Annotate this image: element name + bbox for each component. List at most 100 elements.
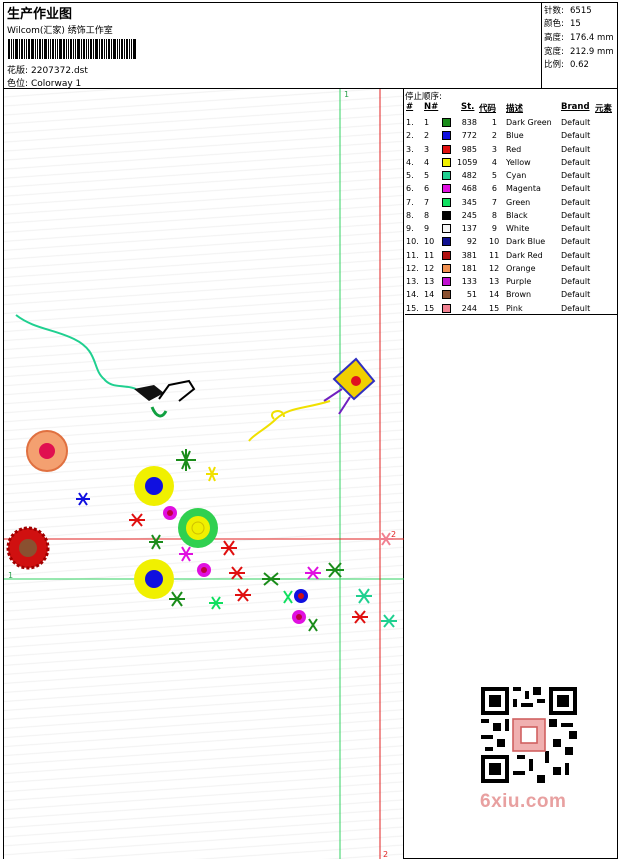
- row-index: 8.: [406, 210, 414, 220]
- yellow-flower-top: [134, 466, 174, 506]
- header-info: 生产作业图 Wilcom(汇家) 绣饰工作室 花版: 2207372.dst 色位…: [4, 3, 542, 89]
- page-title: 生产作业图: [7, 7, 73, 22]
- bird-motif: [134, 379, 196, 418]
- green-guide-label-left: 1: [8, 571, 13, 580]
- row-brand: Default: [561, 210, 591, 220]
- stop-sequence-row: 15. 15 244 15 Pink Default: [405, 302, 618, 315]
- row-index: 13.: [406, 277, 419, 286]
- row-brand: Default: [561, 250, 591, 260]
- row-index: 6.: [406, 184, 414, 194]
- stop-sequence-title: 停止顺序:: [405, 92, 442, 102]
- row-stitches: 1059: [457, 157, 478, 167]
- row-brand: Default: [561, 118, 591, 127]
- row-swatch: [442, 237, 451, 247]
- stop-sequence-row: 13. 13 133 13 Purple Default: [405, 275, 618, 288]
- row-code: 8: [491, 210, 497, 220]
- yellow-flower-bottom: [134, 559, 174, 599]
- green-vine: [15, 314, 137, 390]
- row-index: 9.: [406, 224, 414, 233]
- row-brand: Default: [561, 224, 591, 233]
- qr-watermark: [471, 683, 589, 793]
- embroidery-preview: 1 1 2 2: [4, 89, 404, 859]
- orange-flower: [26, 430, 68, 472]
- row-code: 9: [491, 224, 497, 233]
- stop-sequence-row: 3. 3 985 3 Red Default: [405, 143, 618, 156]
- row-needle: 9: [424, 224, 430, 233]
- row-description: Green: [506, 197, 531, 207]
- row-stitches: 381: [461, 250, 477, 260]
- row-brand: Default: [561, 144, 591, 154]
- row-code: 7: [491, 197, 497, 207]
- row-description: Black: [506, 210, 528, 220]
- row-index: 14.: [406, 290, 419, 300]
- row-brand: Default: [561, 131, 591, 141]
- row-needle: 2: [424, 131, 430, 141]
- row-description: Pink: [506, 303, 523, 313]
- design-line: 花版: 2207372.dst: [7, 63, 88, 76]
- row-index: 3.: [406, 144, 414, 154]
- row-stitches: 482: [461, 171, 477, 180]
- row-needle: 4: [424, 157, 430, 167]
- design-value: 2207372.dst: [31, 66, 88, 76]
- row-brand: Default: [561, 290, 591, 300]
- row-swatch: [442, 144, 451, 154]
- yellow-flower-middle: [178, 508, 218, 548]
- row-swatch: [442, 197, 451, 207]
- row-code: 5: [491, 171, 497, 180]
- row-brand: Default: [561, 184, 591, 194]
- row-swatch: [442, 224, 451, 233]
- stop-sequence-row: 9. 9 137 9 White Default: [405, 222, 618, 235]
- row-code: 1: [491, 118, 497, 127]
- stop-sequence-row: 6. 6 468 6 Magenta Default: [405, 182, 618, 195]
- row-brand: Default: [561, 263, 591, 273]
- row-description: Dark Red: [506, 250, 543, 260]
- row-swatch: [442, 157, 451, 167]
- col-header-code: 代码: [479, 104, 497, 114]
- col-header-stitches: St.: [461, 102, 475, 112]
- row-description: Blue: [506, 131, 524, 141]
- row-needle: 7: [424, 197, 430, 207]
- col-header-hash: #: [406, 102, 414, 112]
- red-guide-label-bottom: 2: [383, 850, 388, 859]
- row-code: 15: [489, 303, 500, 313]
- row-swatch: [442, 171, 451, 180]
- row-index: 1.: [406, 118, 414, 127]
- row-stitches: 985: [461, 144, 477, 154]
- col-header-desc: 描述: [506, 104, 524, 114]
- stop-sequence-row: 10. 10 92 10 Dark Blue Default: [405, 235, 618, 248]
- colorway-label: 色位:: [7, 79, 29, 89]
- row-stitches: 245: [461, 210, 477, 220]
- row-description: Purple: [506, 277, 532, 286]
- stop-sequence-row: 11. 11 381 11 Dark Red Default: [405, 249, 618, 262]
- row-description: Cyan: [506, 171, 527, 180]
- stop-sequence-row: 5. 5 482 5 Cyan Default: [405, 169, 618, 182]
- row-brand: Default: [561, 237, 591, 247]
- row-description: Orange: [506, 263, 536, 273]
- stop-sequence-row: 1. 1 838 1 Dark Green Default: [405, 116, 618, 129]
- row-description: Magenta: [506, 184, 541, 194]
- row-code: 2: [491, 131, 497, 141]
- row-brand: Default: [561, 157, 591, 167]
- row-swatch: [442, 210, 451, 220]
- row-index: 4.: [406, 157, 414, 167]
- production-sheet: 生产作业图 Wilcom(汇家) 绣饰工作室 花版: 2207372.dst 色位…: [3, 2, 618, 859]
- butterfly-motif: [248, 357, 376, 442]
- stat-height: 高度: 176.4 mm: [544, 33, 614, 43]
- row-swatch: [442, 263, 451, 273]
- row-stitches: 51: [466, 290, 477, 300]
- col-header-element: 元素: [595, 104, 613, 114]
- row-needle: 11: [424, 250, 435, 260]
- watermark-site: 6xiu.com: [480, 791, 567, 812]
- red-flower: [6, 526, 50, 570]
- row-stitches: 838: [461, 118, 477, 127]
- studio-name: Wilcom(汇家) 绣饰工作室: [7, 26, 113, 36]
- leaf-sprays: [76, 449, 397, 632]
- row-swatch: [442, 250, 451, 260]
- row-needle: 13: [424, 277, 435, 286]
- red-guide-label-right: 2: [391, 530, 396, 539]
- row-stitches: 468: [461, 184, 477, 194]
- stat-width: 宽度: 212.9 mm: [544, 47, 614, 57]
- row-brand: Default: [561, 303, 591, 313]
- colorway-line: 色位: Colorway 1: [7, 76, 81, 89]
- row-swatch: [442, 290, 451, 300]
